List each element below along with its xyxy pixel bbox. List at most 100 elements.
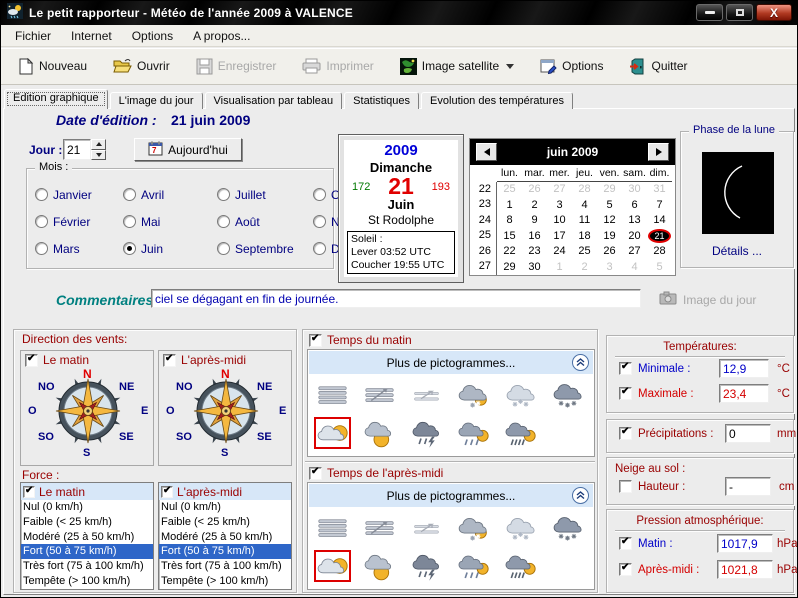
calendar-day-cell[interactable]: 21 <box>647 229 672 243</box>
month-radio-avril[interactable]: Avril <box>123 188 217 202</box>
toolbar-quitter-button[interactable]: Quitter <box>623 54 693 79</box>
calendar-day-cell[interactable]: 25 <box>497 183 522 195</box>
pictogram-thunderstorm-cloud-icon[interactable] <box>408 550 445 582</box>
calendar-day-cell[interactable]: 2 <box>522 199 547 211</box>
today-button[interactable]: 7 Aujourd'hui <box>134 138 242 161</box>
pictogram-snow-sun-cloud-icon[interactable] <box>455 379 492 411</box>
temp-min-checkbox[interactable] <box>619 362 632 375</box>
toolbar-image-satellite-button[interactable]: Image satellite <box>394 54 520 79</box>
force-morning-checkbox[interactable] <box>23 486 35 498</box>
pictogram-sun-below-cloud-icon[interactable] <box>361 417 398 449</box>
day-spin-up-button[interactable] <box>91 139 106 150</box>
pictogram-mist-icon[interactable] <box>408 379 445 411</box>
tab-evolution-des-temperatures[interactable]: Evolution des températures <box>421 92 573 109</box>
close-button[interactable]: X <box>756 4 792 21</box>
pictogram-heavy-rain-sun-cloud-icon[interactable] <box>502 550 539 582</box>
pictogram-sun-below-cloud-icon[interactable] <box>361 550 398 582</box>
calendar-day-cell[interactable]: 27 <box>622 245 647 257</box>
pictogram-snow-cloud-icon[interactable] <box>502 512 539 544</box>
month-radio-mai[interactable]: Mai <box>123 215 217 229</box>
calendar-day-cell[interactable]: 19 <box>597 230 622 242</box>
pictogram-snow-cloud-icon[interactable] <box>502 379 539 411</box>
temp-max-input[interactable] <box>719 384 769 403</box>
calendar-day-cell[interactable]: 1 <box>497 199 522 211</box>
force-option-fort-50-a-75-km-h[interactable]: Fort (50 à 75 km/h) <box>159 544 291 559</box>
calendar-day-cell[interactable]: 17 <box>547 230 572 242</box>
month-radio-aout[interactable]: Août <box>217 215 313 229</box>
pressure-morning-checkbox[interactable] <box>619 537 632 550</box>
calendar-day-cell[interactable]: 16 <box>522 230 547 242</box>
pictogram-heavy-snow-cloud-icon[interactable] <box>549 379 586 411</box>
collapse-chevron-button[interactable] <box>572 354 589 371</box>
month-radio-fevrier[interactable]: Février <box>35 215 123 229</box>
calendar-day-cell[interactable]: 5 <box>597 199 622 211</box>
collapse-chevron-button[interactable] <box>572 487 589 504</box>
force-option-tempete-100-km-h[interactable]: Tempête (> 100 km/h) <box>21 574 153 589</box>
pictogram-fog-wind-icon[interactable] <box>361 512 398 544</box>
calendar-prev-button[interactable] <box>476 143 497 161</box>
calendar-day-cell[interactable]: 2 <box>572 261 597 273</box>
compass-rose-morning[interactable] <box>52 375 124 447</box>
temp-min-input[interactable] <box>719 359 769 378</box>
pictogram-thunderstorm-cloud-icon[interactable] <box>408 417 445 449</box>
calendar-day-cell[interactable]: 31 <box>647 183 672 195</box>
calendar-day-cell[interactable]: 29 <box>597 183 622 195</box>
weather-morning-checkbox[interactable] <box>309 334 322 347</box>
calendar-day-cell[interactable]: 18 <box>572 230 597 242</box>
calendar-day-cell[interactable]: 20 <box>622 230 647 242</box>
pictogram-snow-sun-cloud-icon[interactable] <box>455 512 492 544</box>
calendar-day-cell[interactable]: 11 <box>572 214 597 226</box>
force-option-modere-25-a-50-km-h[interactable]: Modéré (25 à 50 km/h) <box>21 530 153 545</box>
calendar-day-cell[interactable]: 15 <box>497 230 522 242</box>
tab-statistiques[interactable]: Statistiques <box>344 92 419 109</box>
tab-l-image-du-jour[interactable]: L'image du jour <box>110 92 203 109</box>
snow-height-checkbox[interactable] <box>619 480 632 493</box>
pictogram-fog-wind-icon[interactable] <box>361 379 398 411</box>
calendar-day-cell[interactable]: 14 <box>647 214 672 226</box>
month-radio-janvier[interactable]: Janvier <box>35 188 123 202</box>
calendar-day-cell[interactable]: 29 <box>497 261 522 273</box>
calendar-day-cell[interactable]: 3 <box>597 261 622 273</box>
force-option-tres-fort-75-a-100-km-h[interactable]: Très fort (75 à 100 km/h) <box>21 559 153 574</box>
calendar-day-cell[interactable]: 30 <box>622 183 647 195</box>
force-option-fort-50-a-75-km-h[interactable]: Fort (50 à 75 km/h) <box>21 544 153 559</box>
calendar-day-cell[interactable]: 4 <box>572 199 597 211</box>
force-option-nul-0-km-h[interactable]: Nul (0 km/h) <box>159 500 291 515</box>
pictogram-sun-cloud-icon[interactable] <box>314 417 351 449</box>
calendar-day-cell[interactable]: 30 <box>522 261 547 273</box>
pictogram-rain-sun-cloud-icon[interactable] <box>455 550 492 582</box>
pictogram-sun-cloud-icon[interactable] <box>314 550 351 582</box>
tab-edition-graphique[interactable]: Edition graphique <box>4 89 108 109</box>
calendar-day-cell[interactable]: 24 <box>547 245 572 257</box>
calendar-day-cell[interactable]: 22 <box>497 245 522 257</box>
force-option-tempete-100-km-h[interactable]: Tempête (> 100 km/h) <box>159 574 291 589</box>
calendar-day-cell[interactable]: 28 <box>647 245 672 257</box>
wind-afternoon-checkbox[interactable] <box>163 354 176 367</box>
calendar-day-cell[interactable]: 23 <box>522 245 547 257</box>
menu-item-fichier[interactable]: Fichier <box>5 26 61 46</box>
calendar-day-cell[interactable]: 13 <box>622 214 647 226</box>
menu-item-options[interactable]: Options <box>122 26 183 46</box>
force-option-nul-0-km-h[interactable]: Nul (0 km/h) <box>21 500 153 515</box>
month-radio-mars[interactable]: Mars <box>35 242 123 256</box>
compass-rose-afternoon[interactable] <box>190 375 262 447</box>
pictogram-heavy-snow-cloud-icon[interactable] <box>549 512 586 544</box>
wind-morning-checkbox[interactable] <box>25 354 38 367</box>
maximize-button[interactable] <box>726 4 753 21</box>
month-radio-juillet[interactable]: Juillet <box>217 188 313 202</box>
day-input[interactable] <box>63 139 91 160</box>
force-afternoon-checkbox[interactable] <box>161 486 173 498</box>
force-option-faible-25-km-h[interactable]: Faible (< 25 km/h) <box>159 515 291 530</box>
calendar-day-cell[interactable]: 8 <box>497 214 522 226</box>
tab-visualisation-par-tableau[interactable]: Visualisation par tableau <box>205 92 343 109</box>
calendar-day-cell[interactable]: 7 <box>647 199 672 211</box>
minimize-button[interactable] <box>696 4 723 21</box>
force-option-faible-25-km-h[interactable]: Faible (< 25 km/h) <box>21 515 153 530</box>
calendar-day-cell[interactable]: 10 <box>547 214 572 226</box>
pressure-afternoon-checkbox[interactable] <box>619 563 632 576</box>
precipitation-checkbox[interactable] <box>619 427 632 440</box>
comments-input[interactable] <box>151 289 641 308</box>
day-spin-down-button[interactable] <box>91 150 106 161</box>
calendar-day-cell[interactable]: 12 <box>597 214 622 226</box>
force-option-tres-fort-75-a-100-km-h[interactable]: Très fort (75 à 100 km/h) <box>159 559 291 574</box>
